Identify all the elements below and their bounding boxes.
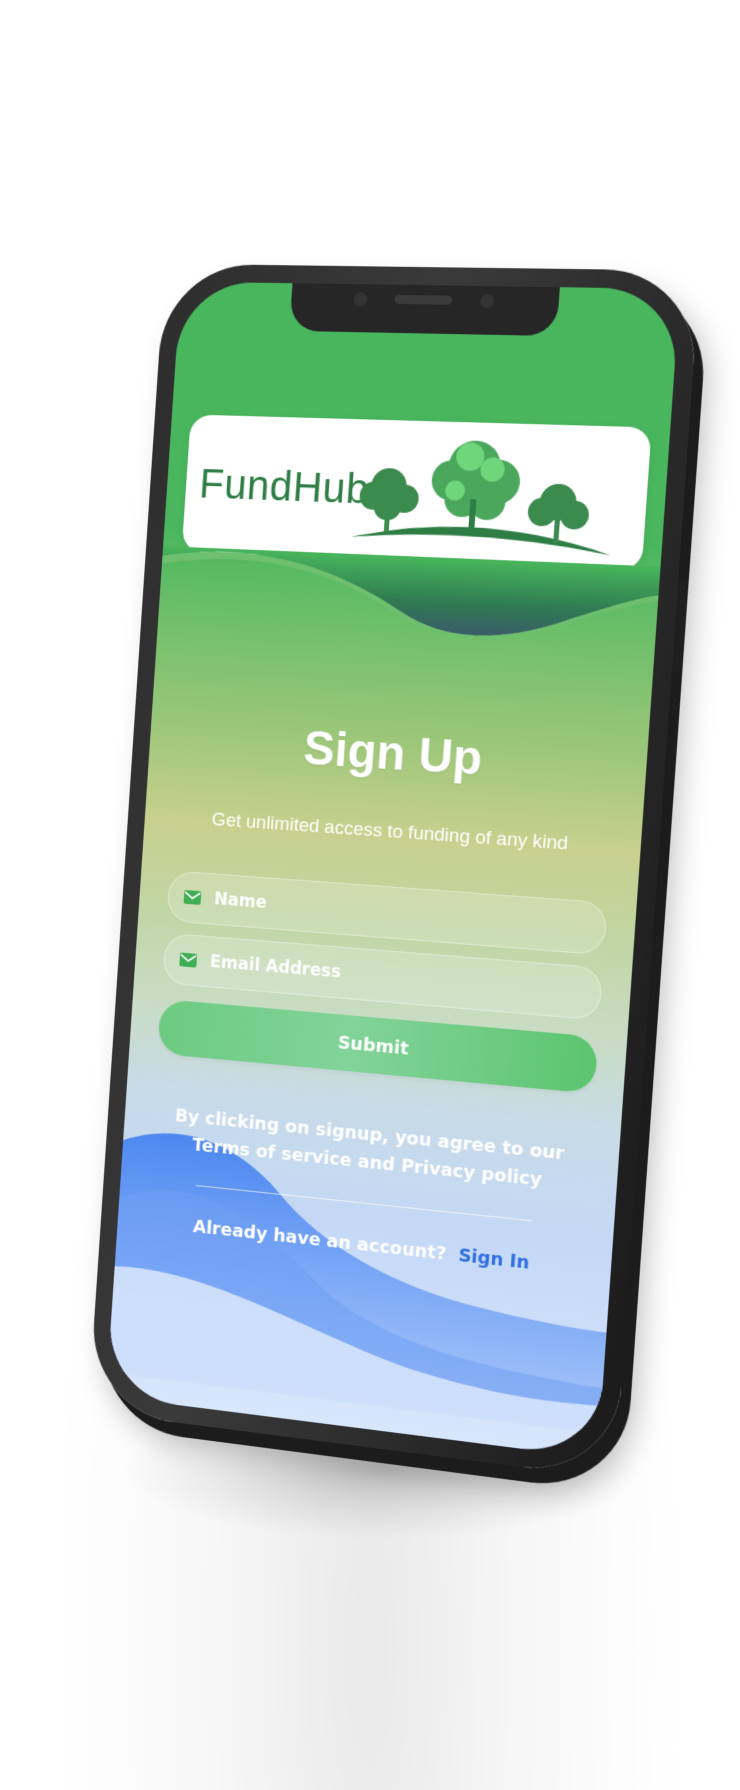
camera-icon: [353, 292, 368, 307]
speaker-grille: [394, 294, 453, 305]
mail-icon: [179, 952, 198, 968]
page-title: Sign Up: [301, 722, 485, 786]
page-subtitle: Get unlimited access to funding of any k…: [211, 809, 569, 855]
phone-device: FundHub Sign Up Get unlimited access to …: [88, 263, 701, 1480]
top-wave-decoration: [157, 546, 661, 648]
notch: [289, 281, 561, 337]
trees-logo-icon: [350, 439, 613, 556]
sensor-icon: [479, 294, 495, 309]
logo-banner: FundHub: [181, 414, 652, 572]
email-input[interactable]: [207, 950, 567, 1003]
mockup-stage: FundHub Sign Up Get unlimited access to …: [0, 0, 740, 1790]
app-screen: FundHub Sign Up Get unlimited access to …: [105, 281, 681, 1459]
name-input[interactable]: [211, 888, 572, 938]
mail-icon: [183, 889, 202, 905]
